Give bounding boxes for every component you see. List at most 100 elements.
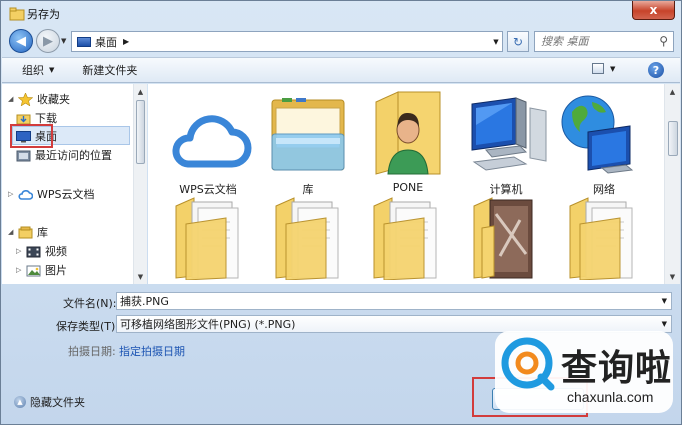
command-toolbar: 组织 ▼ 新建文件夹 ▼ ? [2, 57, 680, 83]
new-folder-label: 新建文件夹 [82, 64, 138, 77]
network-icon [561, 95, 634, 174]
file-item-photo-folder[interactable] [460, 194, 552, 284]
file-item-computer[interactable]: 计算机 [460, 88, 552, 198]
recent-places-icon [16, 150, 31, 161]
view-icon [592, 63, 604, 74]
search-icon[interactable]: ⚲ [659, 34, 668, 48]
chevron-up-icon: ▲ [14, 396, 26, 408]
file-item-library[interactable]: 库 [262, 88, 354, 198]
nav-scrollbar[interactable]: ▲ ▼ [133, 84, 147, 284]
desktop-icon [77, 36, 91, 47]
history-dropdown-icon[interactable]: ▼ [61, 37, 66, 45]
sidebar-item-label: 库 [37, 226, 48, 239]
title-bar: 另存为 x [1, 1, 681, 27]
forward-button[interactable]: ▶ [36, 29, 60, 53]
computer-icon [471, 97, 547, 171]
scroll-down-icon[interactable]: ▼ [665, 270, 680, 283]
download-folder-icon [16, 114, 31, 124]
date-taken-label: 拍摄日期: [68, 345, 116, 358]
library-icon [271, 98, 345, 171]
collapse-icon[interactable]: ◢ [8, 95, 18, 103]
library-icon [18, 226, 33, 238]
hide-folders-button[interactable]: ▲ 隐藏文件夹 [14, 394, 85, 410]
arrow-right-icon: ▶ [43, 33, 53, 49]
video-icon [26, 246, 41, 257]
expand-icon[interactable]: ▷ [8, 190, 18, 198]
sidebar-item-wps-cloud[interactable]: ▷ WPS云文档 [2, 185, 95, 203]
breadcrumb-desktop[interactable]: 桌面 [95, 34, 117, 50]
file-item-folder[interactable] [164, 194, 256, 284]
file-item-label: PONE [392, 181, 424, 194]
specify-date-link[interactable]: 指定拍摄日期 [119, 343, 185, 359]
collapse-icon[interactable]: ◢ [8, 228, 18, 236]
chevron-down-icon: ▼ [49, 66, 55, 74]
filename-value[interactable]: 捕获.PNG [120, 293, 169, 309]
address-dropdown-icon[interactable]: ▼ [489, 31, 503, 52]
refresh-icon: ↻ [512, 34, 524, 49]
sidebar-item-recent[interactable]: 最近访问的位置 [16, 146, 112, 164]
sidebar-item-pictures[interactable]: ▷ 图片 [16, 261, 67, 279]
address-row: ◀ ▶ ▼ 桌面 ▶ ▼ ↻ ⚲ [1, 27, 681, 55]
refresh-button[interactable]: ↻ [507, 31, 529, 52]
user-folder-icon [375, 91, 441, 175]
breadcrumb-chevron-icon[interactable]: ▶ [123, 37, 129, 46]
address-bar[interactable]: 桌面 ▶ [71, 31, 503, 52]
filename-label: 文件名(N): [63, 297, 117, 310]
file-item-network[interactable]: 网络 [558, 88, 650, 198]
search-input[interactable] [541, 35, 653, 48]
new-folder-button[interactable]: 新建文件夹 [72, 62, 147, 78]
pictures-icon [26, 265, 41, 276]
cloud-icon [18, 189, 33, 200]
organize-button[interactable]: 组织 ▼ [12, 62, 64, 78]
folder-icon [569, 197, 633, 281]
organize-label: 组织 [22, 64, 44, 77]
watermark-url: chaxunla.com [567, 389, 654, 405]
expand-icon[interactable]: ▷ [16, 266, 26, 274]
sidebar-item-label: 最近访问的位置 [35, 149, 112, 162]
folder-icon [275, 197, 339, 281]
sidebar-item-videos[interactable]: ▷ 视频 [16, 242, 67, 260]
sidebar-item-label: WPS云文档 [37, 188, 95, 201]
scroll-up-icon[interactable]: ▲ [134, 85, 147, 98]
save-as-dialog: 另存为 x ◀ ▶ ▼ 桌面 ▶ ▼ ↻ ⚲ 组织 ▼ 新建文件夹 [0, 0, 682, 425]
photo-folder-icon [473, 197, 533, 279]
folder-icon [373, 197, 437, 281]
file-item-folder[interactable] [264, 194, 356, 284]
help-icon: ? [652, 63, 660, 77]
change-view-button[interactable]: ▼ [592, 63, 615, 74]
back-button[interactable]: ◀ [9, 29, 33, 53]
sidebar-item-label: 视频 [45, 245, 67, 258]
hide-folders-label: 隐藏文件夹 [30, 396, 85, 409]
file-item-wps-cloud[interactable]: WPS云文档 [162, 88, 254, 198]
watermark: 查询啦 chaxunla.com [495, 331, 673, 413]
scrollbar-thumb[interactable] [668, 121, 678, 156]
watermark-brand: 查询啦 [561, 348, 673, 389]
filetype-label: 保存类型(T): [56, 320, 120, 333]
sidebar-item-libraries[interactable]: ◢ 库 [2, 223, 48, 241]
file-item-folder[interactable] [362, 194, 454, 284]
expand-icon[interactable]: ▷ [16, 247, 26, 255]
chevron-down-icon[interactable]: ▼ [662, 320, 667, 328]
folder-icon [175, 197, 239, 281]
filename-field[interactable]: 捕获.PNG ▼ [116, 292, 672, 310]
sidebar-item-favorites[interactable]: ◢ 收藏夹 [2, 90, 70, 108]
file-list: WPS云文档 库 PONE 计算机 网络 ▲ ▼ [148, 84, 680, 284]
sidebar-item-label: 图片 [45, 264, 67, 277]
arrow-left-icon: ◀ [16, 33, 26, 49]
filetype-value: 可移植网络图形文件(PNG) (*.PNG) [120, 318, 296, 331]
chevron-down-icon: ▼ [610, 64, 616, 73]
dialog-icon [9, 7, 25, 21]
scroll-up-icon[interactable]: ▲ [665, 85, 680, 98]
help-button[interactable]: ? [648, 62, 664, 78]
content-scrollbar[interactable]: ▲ ▼ [664, 84, 680, 284]
chevron-down-icon[interactable]: ▼ [662, 297, 667, 305]
highlight-annotation-box [10, 124, 53, 148]
sidebar-item-label: 收藏夹 [37, 93, 70, 106]
file-item-pone[interactable]: PONE [362, 88, 454, 198]
navigation-pane: ◢ 收藏夹 下载 桌面 最近访问的位置 ▷ WPS云文档 ◢ 库 ▷ 视频 ▷ … [2, 84, 147, 284]
scrollbar-thumb[interactable] [136, 100, 145, 164]
file-item-folder[interactable] [558, 194, 650, 284]
search-box[interactable]: ⚲ [534, 31, 674, 52]
scroll-down-icon[interactable]: ▼ [134, 270, 147, 283]
close-button[interactable]: x [632, 1, 675, 20]
